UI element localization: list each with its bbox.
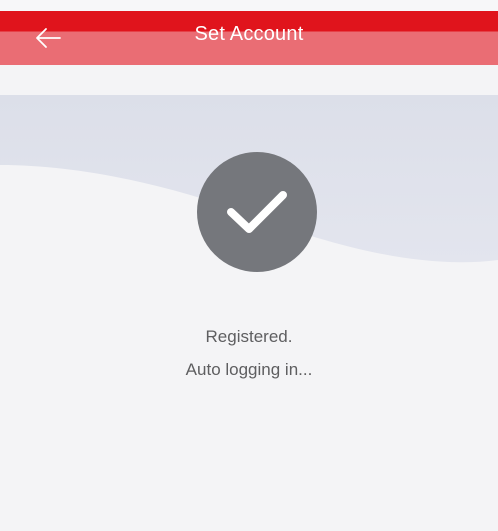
status-bar — [0, 0, 498, 11]
register-success-screen: Set Account Registered. Auto logging in.… — [0, 0, 498, 531]
registered-message: Registered. — [205, 327, 293, 346]
navigation-bar: Set Account — [0, 11, 498, 65]
success-badge — [197, 152, 317, 272]
checkmark-icon — [227, 191, 287, 233]
page-title: Set Account — [194, 23, 304, 45]
auto-login-message: Auto logging in... — [185, 360, 313, 379]
